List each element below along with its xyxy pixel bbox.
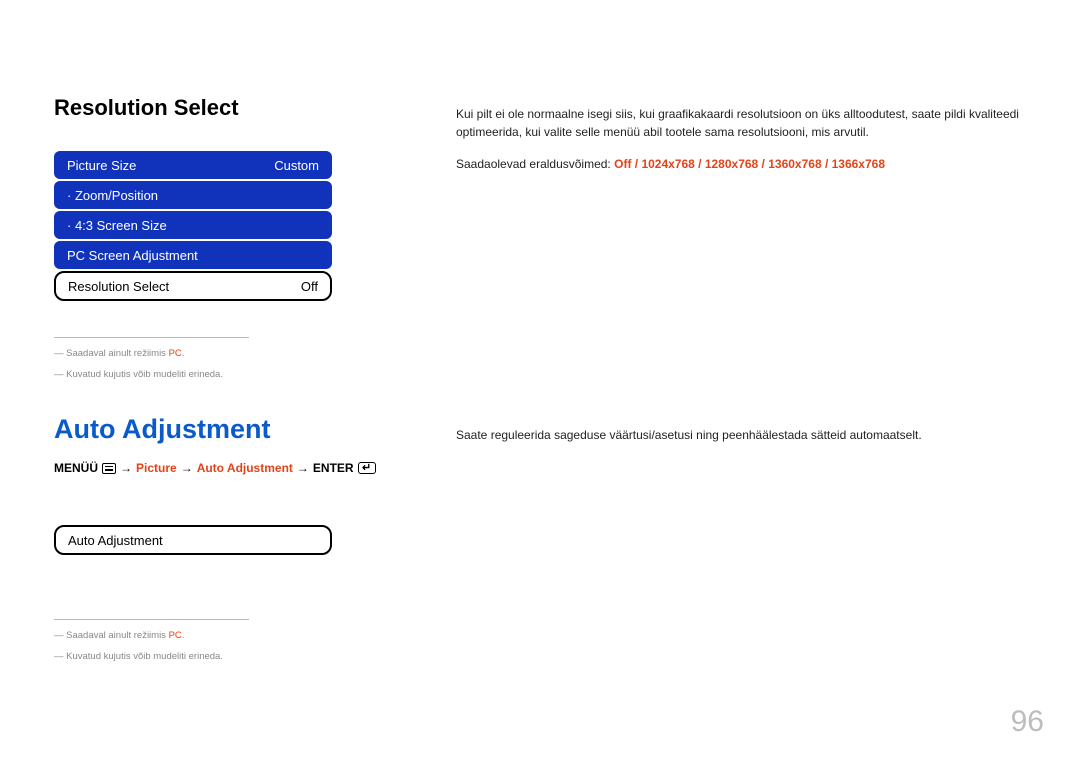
section-title-resolution: Resolution Select [54,95,388,121]
menu-label: · Zoom/Position [67,188,319,203]
desc-values-highlight: Off / 1024x768 / 1280x768 / 1360x768 / 1… [614,157,885,171]
arrow-icon: → [120,461,132,475]
menu-label: Picture Size [67,158,274,173]
menu-value: Off [301,279,318,294]
menu-label: PC Screen Adjustment [67,248,319,263]
menu-label: · 4:3 Screen Size [67,218,319,233]
crumb-enter: ENTER [313,461,354,475]
menu-row-resolution-select[interactable]: Resolution Select Off [54,271,332,301]
menu-label: Resolution Select [68,279,301,294]
divider [54,337,249,338]
footnote-image-vary-2: ― Kuvatud kujutis võib mudeliti erineda. [54,651,388,662]
page-number: 96 [1011,705,1044,739]
menu-row-pc-screen-adjustment[interactable]: PC Screen Adjustment [54,241,332,269]
menu-row-picture-size[interactable]: Picture Size Custom [54,151,332,179]
breadcrumb: MENÜÜ → Picture → Auto Adjustment → ENTE… [54,461,388,475]
footnote-text: ― Saadaval ainult režiimis [54,630,169,641]
desc-prefix: Saadaolevad eraldusvõimed: [456,157,614,171]
arrow-icon: → [181,461,193,475]
footnote-text: ― Saadaval ainult režiimis [54,348,169,359]
arrow-icon: → [297,461,309,475]
menu-row-43-screen-size[interactable]: · 4:3 Screen Size [54,211,332,239]
crumb-auto-adjustment: Auto Adjustment [197,461,293,475]
divider [54,619,249,620]
section-title-auto-adjustment: Auto Adjustment [54,414,388,445]
footnote-text: . [182,348,185,359]
crumb-picture: Picture [136,461,177,475]
enter-icon [358,462,376,474]
footnote-red: PC [169,630,182,641]
osd-menu-resolution: Picture Size Custom · Zoom/Position · 4:… [54,151,332,301]
menu-label: Auto Adjustment [68,533,318,548]
footnote-red: PC [169,348,182,359]
osd-menu-auto-adjustment: Auto Adjustment [54,525,332,555]
footnote-pc-mode-2: ― Saadaval ainult režiimis PC. [54,630,388,641]
menu-row-zoom-position[interactable]: · Zoom/Position [54,181,332,209]
footnote-text: . [182,630,185,641]
menu-icon [102,463,116,474]
crumb-menu: MENÜÜ [54,461,98,475]
menu-value: Custom [274,158,319,173]
desc-auto-adjustment: Saate reguleerida sageduse väärtusi/aset… [456,426,1026,444]
desc-resolution-1: Kui pilt ei ole normaalne isegi siis, ku… [456,105,1026,141]
footnote-pc-mode-1: ― Saadaval ainult režiimis PC. [54,348,388,359]
footnote-image-vary-1: ― Kuvatud kujutis võib mudeliti erineda. [54,369,388,380]
desc-resolution-2: Saadaolevad eraldusvõimed: Off / 1024x76… [456,155,1026,173]
menu-row-auto-adjustment[interactable]: Auto Adjustment [54,525,332,555]
